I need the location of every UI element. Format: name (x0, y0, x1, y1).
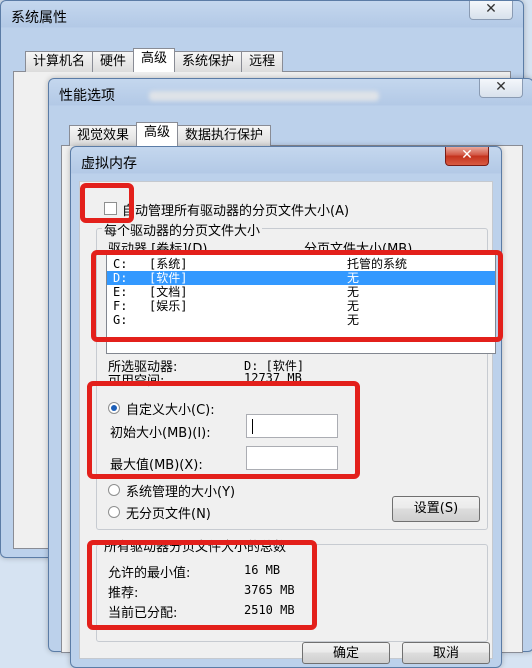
close-icon: ✕ (495, 79, 507, 95)
auto-manage-label: 自动管理所有驱动器的分页文件大小(A) (122, 204, 350, 219)
highlight-drive-list (91, 250, 503, 342)
tab-remote[interactable]: 远程 (241, 51, 284, 72)
set-button[interactable]: 设置(S) (392, 496, 480, 522)
no-paging-file-radio[interactable] (108, 506, 120, 518)
system-properties-title: 系统属性 (11, 10, 67, 26)
system-properties-close-button[interactable]: ✕ (469, 1, 513, 20)
cancel-button[interactable]: 取消 (402, 642, 490, 664)
tab-hardware[interactable]: 硬件 (92, 51, 135, 72)
tab-system-protection[interactable]: 系统保护 (174, 51, 243, 72)
no-paging-file-label: 无分页文件(N) (126, 507, 211, 522)
performance-options-close-button[interactable]: ✕ (479, 79, 523, 98)
tab-dep[interactable]: 数据执行保护 (177, 125, 272, 146)
ok-button[interactable]: 确定 (302, 642, 390, 664)
highlight-auto-manage-checkbox (80, 183, 134, 223)
system-managed-radio[interactable] (108, 484, 120, 496)
tab-perf-advanced[interactable]: 高级 (136, 122, 179, 146)
highlight-totals (87, 540, 317, 630)
close-icon: ✕ (485, 1, 497, 17)
close-icon: ✕ (461, 147, 473, 163)
blurred-text (149, 91, 379, 101)
tab-advanced[interactable]: 高级 (133, 48, 176, 72)
highlight-custom-size (87, 381, 360, 479)
performance-options-title: 性能选项 (59, 88, 115, 104)
tab-computer-name[interactable]: 计算机名 (25, 51, 94, 72)
system-properties-tabs: 计算机名 硬件 高级 系统保护 远程 (25, 48, 284, 72)
virtual-memory-title: 虚拟内存 (81, 156, 137, 172)
system-managed-label: 系统管理的大小(Y) (126, 485, 236, 500)
tab-visual-effects[interactable]: 视觉效果 (69, 125, 138, 146)
virtual-memory-close-button[interactable]: ✕ (445, 147, 489, 166)
performance-options-tabs: 视觉效果 高级 数据执行保护 (69, 122, 272, 146)
